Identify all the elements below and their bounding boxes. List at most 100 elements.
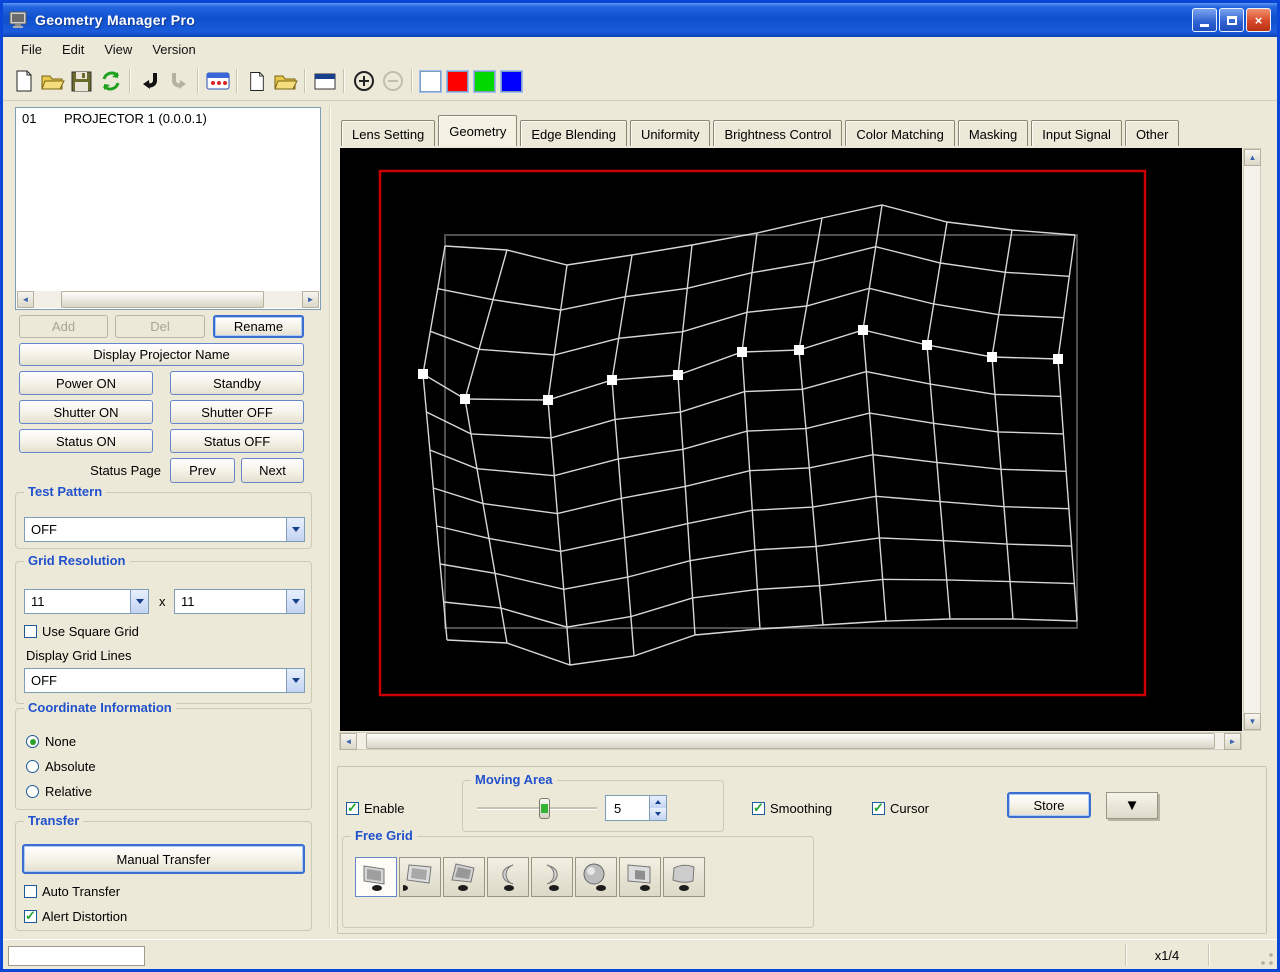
standby-button[interactable]: Standby [170,371,304,395]
display-id-icon[interactable] [204,68,231,95]
swatch-blue-icon[interactable] [500,69,523,93]
grid-handle[interactable] [673,370,683,380]
tab-color-matching[interactable]: Color Matching [845,120,955,148]
tab-edge-blending[interactable]: Edge Blending [520,120,627,148]
test-pattern-select[interactable]: OFF [24,517,305,542]
chevron-down-icon[interactable] [130,590,148,613]
tab-input-signal[interactable]: Input Signal [1031,120,1122,148]
cursor-checkbox[interactable]: ✓ Cursor [872,801,929,816]
status-off-button[interactable]: Status OFF [170,429,304,453]
tab-brightness-control[interactable]: Brightness Control [713,120,843,148]
save-icon[interactable] [68,68,95,95]
chevron-down-icon[interactable] [286,590,304,613]
tab-lens-setting[interactable]: Lens Setting [341,120,436,148]
window-mode-icon[interactable] [311,68,338,95]
scroll-down-icon[interactable]: ▼ [1244,713,1261,730]
free-grid-screen-angled-icon[interactable] [619,857,661,897]
free-grid-cylinder-concave-icon[interactable] [487,857,529,897]
store-button[interactable]: Store [1007,792,1091,818]
tab-masking[interactable]: Masking [957,120,1029,148]
del-button[interactable]: Del [115,315,205,338]
free-grid-screen-flat-icon[interactable] [355,857,397,897]
menu-version[interactable]: Version [142,39,205,60]
grid-handle[interactable] [460,394,470,404]
projector-list[interactable]: 01 PROJECTOR 1 (0.0.0.1) ◄ ► [15,107,321,310]
prev-button[interactable]: Prev [170,458,235,483]
free-grid-sphere-icon[interactable] [575,857,617,897]
free-grid-screen-curved-icon[interactable] [663,857,705,897]
display-projector-name-button[interactable]: Display Projector Name [19,343,304,366]
slider-thumb[interactable] [539,798,550,819]
status-on-button[interactable]: Status ON [19,429,153,453]
next-button[interactable]: Next [241,458,304,483]
grid-handle[interactable] [418,369,428,379]
scroll-right-icon[interactable]: ► [302,291,319,308]
menu-edit[interactable]: Edit [52,39,94,60]
minimize-button[interactable] [1192,8,1217,32]
grid-handle[interactable] [1053,354,1063,364]
radio-relative[interactable]: Relative [26,784,92,799]
chevron-down-icon[interactable] [286,669,304,692]
smoothing-checkbox[interactable]: ✓ Smoothing [752,801,832,816]
chevron-down-icon[interactable] [286,518,304,541]
alert-distortion-checkbox[interactable]: ✓ Alert Distortion [24,909,127,924]
list-item[interactable]: 01 PROJECTOR 1 (0.0.0.1) [16,108,320,129]
grid-columns-select[interactable]: 11 [24,589,149,614]
new-config-icon[interactable] [243,68,270,95]
swatch-white-icon[interactable] [419,69,442,93]
moving-area-spinner[interactable]: 5 [605,795,667,821]
manual-transfer-button[interactable]: Manual Transfer [22,844,305,874]
grid-handle[interactable] [922,340,932,350]
refresh-icon[interactable] [97,68,124,95]
scroll-up-icon[interactable]: ▲ [1244,149,1261,166]
display-grid-lines-select[interactable]: OFF [24,668,305,693]
grid-handle[interactable] [737,347,747,357]
swatch-red-icon[interactable] [446,69,469,93]
open-file-icon[interactable] [39,68,66,95]
grid-handle[interactable] [543,395,553,405]
store-dropdown-button[interactable]: ▼ [1106,792,1158,819]
shutter-on-button[interactable]: Shutter ON [19,400,153,424]
grid-rows-select[interactable]: 11 [174,589,305,614]
radio-none[interactable]: None [26,734,76,749]
tab-uniformity[interactable]: Uniformity [629,120,711,148]
tab-geometry[interactable]: Geometry [438,115,518,148]
shutter-off-button[interactable]: Shutter OFF [170,400,304,424]
maximize-button[interactable] [1219,8,1244,32]
auto-transfer-checkbox[interactable]: Auto Transfer [24,884,120,899]
new-file-icon[interactable] [10,68,37,95]
grid-handle[interactable] [794,345,804,355]
projector-list-hscrollbar[interactable]: ◄ ► [17,291,319,308]
tab-other[interactable]: Other [1124,120,1180,148]
zoom-in-icon[interactable] [350,68,377,95]
canvas-hscrollbar[interactable]: ◄ ► [339,732,1242,750]
free-grid-screen-tilt-icon[interactable] [399,857,441,897]
menu-view[interactable]: View [94,39,142,60]
radio-absolute[interactable]: Absolute [26,759,96,774]
close-button[interactable]: × [1246,8,1271,32]
resize-grip[interactable] [1260,952,1274,966]
canvas-vscrollbar[interactable]: ▲ ▼ [1243,148,1261,731]
enable-checkbox[interactable]: ✓ Enable [346,801,404,816]
power-on-button[interactable]: Power ON [19,371,153,395]
rename-button[interactable]: Rename [213,315,304,338]
scroll-left-icon[interactable]: ◄ [340,733,357,750]
spinner-down-icon[interactable] [650,808,666,820]
undo-icon[interactable] [136,68,163,95]
free-grid-cylinder-convex-icon[interactable] [531,857,573,897]
geometry-canvas[interactable] [340,148,1242,731]
menu-file[interactable]: File [11,39,52,60]
open-config-icon[interactable] [272,68,299,95]
moving-area-slider[interactable] [477,798,597,819]
scroll-right-icon[interactable]: ► [1224,733,1241,750]
grid-handle[interactable] [607,375,617,385]
grid-handle[interactable] [858,325,868,335]
scroll-thumb[interactable] [60,291,265,308]
swatch-green-icon[interactable] [473,69,496,93]
use-square-grid-checkbox[interactable]: Use Square Grid [24,624,139,639]
free-grid-screen-lean-icon[interactable] [443,857,485,897]
spinner-up-icon[interactable] [650,796,666,808]
scroll-left-icon[interactable]: ◄ [17,291,34,308]
grid-handle[interactable] [987,352,997,362]
add-button[interactable]: Add [19,315,108,338]
